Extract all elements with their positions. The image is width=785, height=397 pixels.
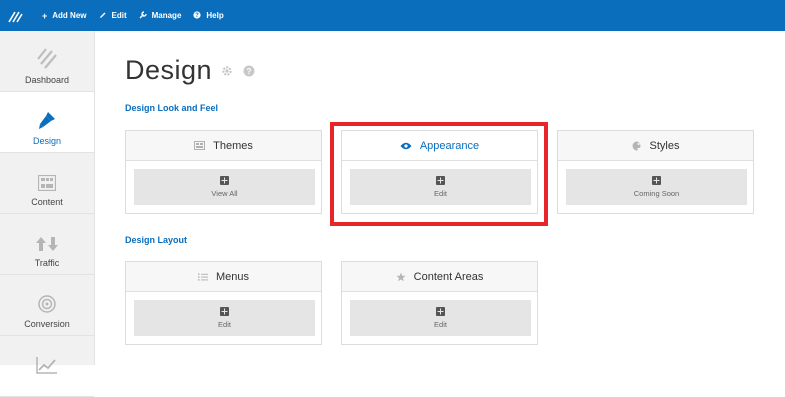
page-title: Design (125, 55, 213, 85)
plus-icon: + (42, 10, 48, 21)
edit-grid-icon (220, 307, 229, 316)
edit-grid-icon (436, 176, 445, 185)
svg-text:?: ? (247, 67, 252, 76)
sidebar-item-label: Content (31, 197, 63, 207)
app-logo[interactable] (0, 0, 30, 31)
paintbrush-icon (37, 100, 57, 130)
appearance-button-label: Edit (434, 189, 447, 198)
manage-label: Manage (151, 11, 182, 20)
palette-icon (632, 141, 642, 151)
dashboard-icon (36, 39, 58, 69)
content-areas-card-header: Content Areas (342, 262, 537, 292)
menus-card-header: Menus (126, 262, 321, 292)
themes-view-all-button[interactable]: View All (134, 169, 315, 205)
gear-icon[interactable] (221, 65, 233, 77)
content-areas-card: Content Areas Edit (341, 261, 538, 345)
sidebar-item-conversion[interactable]: Conversion (0, 275, 94, 336)
target-icon (38, 283, 56, 313)
section-heading-look-and-feel: Design Look and Feel (125, 103, 219, 113)
content-areas-title: Content Areas (413, 270, 484, 283)
sidebar-item-design[interactable]: Design (0, 92, 94, 153)
sidebar-item-dashboard[interactable]: Dashboard (0, 31, 94, 92)
appearance-card-header: Appearance (342, 131, 537, 161)
edit-grid-icon (220, 176, 229, 185)
help-icon: ? (193, 10, 202, 21)
menus-button-label: Edit (218, 320, 231, 329)
menus-edit-button[interactable]: Edit (134, 300, 315, 336)
menus-card: Menus Edit (125, 261, 322, 345)
traffic-arrows-icon (35, 222, 59, 252)
title-actions: ? (221, 65, 265, 77)
pencil-icon (99, 11, 107, 21)
themes-card-header: Themes (126, 131, 321, 161)
help-circle-icon[interactable]: ? (243, 65, 255, 77)
styles-card: Styles Coming Soon (557, 130, 754, 214)
manage-button[interactable]: Manage (139, 10, 182, 21)
sidebar-item-label: Dashboard (24, 75, 70, 85)
help-button[interactable]: ? Help (193, 10, 224, 21)
styles-card-header: Styles (558, 131, 753, 161)
sidebar-item-label: Conversion (24, 319, 70, 329)
add-new-button[interactable]: + Add New (42, 11, 87, 21)
sidebar-item-traffic[interactable]: Traffic (0, 214, 94, 275)
svg-text:?: ? (196, 13, 200, 19)
help-label: Help (206, 11, 224, 20)
edit-button[interactable]: Edit (99, 11, 127, 21)
edit-label: Edit (111, 11, 127, 20)
themes-button-label: View All (211, 189, 238, 198)
themes-title: Themes (213, 139, 253, 152)
list-icon (197, 273, 208, 281)
themes-card: Themes View All (125, 130, 322, 214)
appearance-edit-button[interactable]: Edit (350, 169, 531, 205)
sidebar: Dashboard Design Content Traffic Convers… (0, 31, 95, 397)
sidebar-item-reports[interactable] (0, 336, 94, 397)
appearance-card: Appearance Edit (341, 130, 538, 214)
themes-icon (194, 141, 206, 150)
star-icon (396, 272, 406, 282)
edit-grid-icon (436, 307, 445, 316)
styles-button-label: Coming Soon (633, 189, 680, 198)
logo-icon (7, 11, 23, 22)
content-grid-icon (38, 161, 56, 191)
wrench-icon (139, 10, 147, 21)
sidebar-item-label: Traffic (34, 258, 60, 268)
content-areas-edit-button[interactable]: Edit (350, 300, 531, 336)
appearance-title: Appearance (419, 139, 480, 152)
section-heading-layout: Design Layout (125, 235, 188, 245)
styles-title: Styles (649, 139, 680, 152)
eye-icon (400, 142, 412, 150)
menus-title: Menus (215, 270, 250, 283)
styles-coming-soon-button[interactable]: Coming Soon (566, 169, 747, 205)
top-bar: + Add New Edit Manage ? Help (0, 0, 785, 31)
chart-icon (36, 344, 58, 374)
sidebar-item-label: Design (32, 136, 61, 146)
sidebar-item-content[interactable]: Content (0, 153, 94, 214)
add-new-label: Add New (52, 11, 87, 20)
edit-grid-icon (652, 176, 661, 185)
content-areas-button-label: Edit (434, 320, 447, 329)
